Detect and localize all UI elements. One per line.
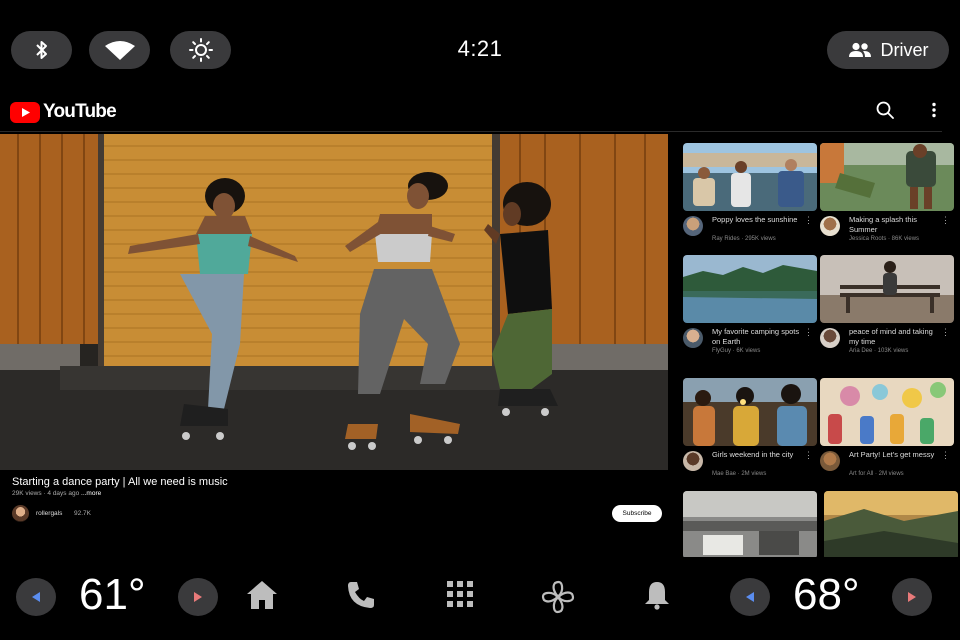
right-temperature: 68° [793,570,860,619]
channel-avatar [820,451,840,471]
more-vertical-icon[interactable]: ⋮ [804,327,813,337]
video-meta: 29K views · 4 days ago ...more [12,490,101,497]
search-icon [876,101,894,119]
fan-button[interactable] [541,580,575,619]
recommended-title: Making a splash this Summer [849,215,917,234]
subscribe-button[interactable]: Subscribe [612,505,662,522]
recommended-title: peace of mind and taking my time [849,327,933,346]
recommended-video-card[interactable]: Making a splash this Summer Jessica Root… [820,143,954,242]
left-temperature: 61° [79,570,146,619]
more-vertical-icon[interactable]: ⋮ [941,450,950,460]
triangle-right-icon [194,592,202,602]
recommended-video-card[interactable]: Art Party! Let's get messy Art for All ·… [820,378,954,477]
more-link[interactable]: ...more [81,490,101,497]
recommended-title: My favorite camping spots on Earth [712,327,800,346]
video-stats: 29K views · 4 days ago [12,490,80,497]
video-thumbnail [683,378,817,446]
video-thumbnail [820,255,954,323]
home-button[interactable] [246,580,278,615]
channel-avatar [820,328,840,348]
channel-avatar [683,216,703,236]
recommended-video-card[interactable]: Poppy loves the sunshine Ray Rides · 295… [683,143,817,242]
video-thumbnail [683,255,817,323]
recommended-meta: Art for All · 2M views [849,471,904,477]
more-vertical-icon[interactable]: ⋮ [804,450,813,460]
recommended-meta: Jessica Roots · 86K views [849,236,920,242]
driver-profile-button[interactable]: Driver [827,31,949,69]
fan-icon [541,580,575,614]
youtube-wordmark: YouTube [43,101,117,122]
video-thumbnail [820,378,954,446]
bell-icon [645,582,669,610]
more-vertical-icon[interactable]: ⋮ [941,215,950,225]
video-player[interactable] [0,134,668,470]
recommended-meta: Mae Bae · 2M views [712,471,767,477]
recommended-video-card[interactable]: peace of mind and taking my time Aria De… [820,255,954,354]
right-temp-increase-button[interactable] [892,578,932,616]
subscriber-count: 92.7K [74,510,91,517]
channel-avatar [820,216,840,236]
person-icon [848,42,871,57]
more-vertical-icon [932,102,936,118]
recommended-video-card[interactable]: My favorite camping spots on Earth FlyGu… [683,255,817,354]
recommended-video-card[interactable] [824,491,958,557]
recommended-meta: Ray Rides · 295K views [712,236,776,242]
video-thumbnail [683,143,817,211]
recommended-title: Poppy loves the sunshine [712,215,798,224]
channel-avatar[interactable] [12,505,29,522]
video-thumbnail [820,143,954,211]
more-options-button[interactable] [925,101,943,124]
video-thumbnail [824,491,958,557]
youtube-play-icon [10,101,40,123]
recommended-video-card[interactable]: Girls weekend in the city Mae Bae · 2M v… [683,378,817,477]
channel-avatar [683,451,703,471]
notifications-button[interactable] [644,580,670,615]
clock: 4:21 [457,36,503,61]
video-frame [0,134,668,470]
recommended-title: Art Party! Let's get messy [849,450,935,459]
left-temp-decrease-button[interactable] [16,578,56,616]
recommended-meta: Aria Dee · 103K views [849,348,909,354]
triangle-left-icon [32,592,40,602]
driver-label: Driver [880,39,929,60]
header-divider [0,131,942,132]
recommended-title: Girls weekend in the city [712,450,794,459]
apps-button[interactable] [446,580,474,613]
video-title[interactable]: Starting a dance party | All we need is … [12,476,228,488]
triangle-left-icon [746,592,754,602]
channel-name[interactable]: rollergals [36,510,62,517]
recommended-meta: FlyGuy · 6K views [712,348,761,354]
video-thumbnail [683,491,817,557]
channel-avatar [683,328,703,348]
search-button[interactable] [876,101,894,124]
more-vertical-icon[interactable]: ⋮ [804,215,813,225]
right-temp-decrease-button[interactable] [730,578,770,616]
triangle-right-icon [908,592,916,602]
recommended-video-card[interactable] [683,491,817,557]
youtube-logo[interactable]: YouTube [10,101,117,123]
home-icon [247,581,277,609]
phone-icon [348,582,374,608]
apps-grid-icon [447,581,473,607]
phone-button[interactable] [346,580,376,615]
left-temp-increase-button[interactable] [178,578,218,616]
more-vertical-icon[interactable]: ⋮ [941,327,950,337]
